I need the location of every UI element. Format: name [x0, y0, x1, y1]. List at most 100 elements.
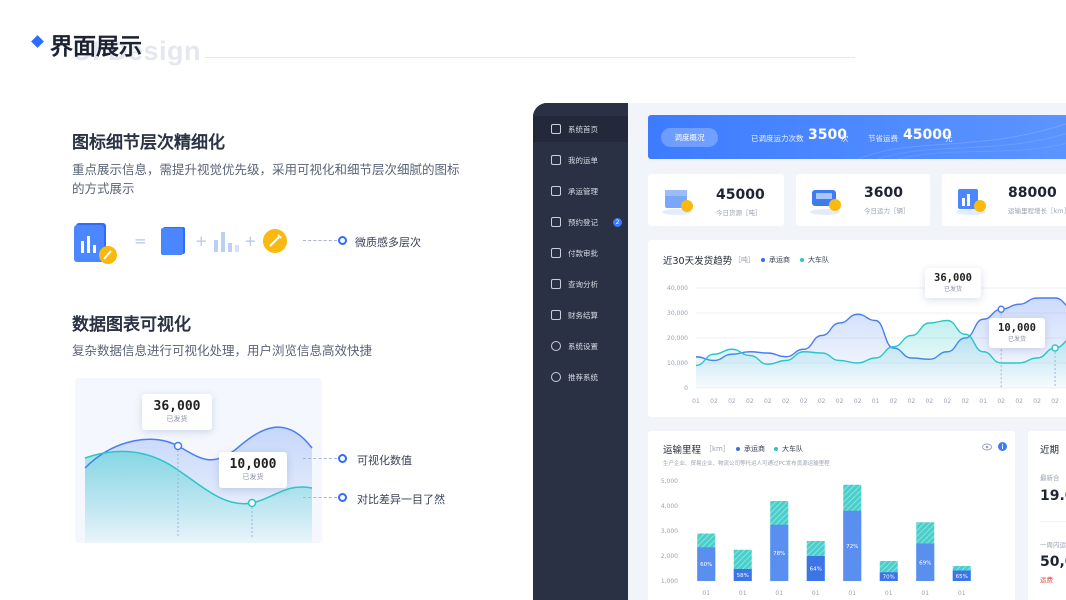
sidebar-item-label: 付款审批 [568, 248, 598, 258]
bar-x-tick: 01 [885, 590, 893, 597]
sidebar-item-label: 查询分析 [568, 279, 598, 289]
bar-percent-label: 72% [846, 544, 858, 550]
bar-growth-icon [956, 189, 986, 215]
trend-x-tick: 02 [926, 398, 934, 405]
plus-operator-2: + [244, 232, 257, 250]
bar-x-tick: 01 [812, 590, 820, 597]
dispatch-count-unit: 次 [841, 134, 849, 143]
stat-capacity-value: 3600 [864, 185, 903, 201]
recent-value-2: 50,0 [1040, 554, 1066, 570]
mini-tooltip-1-value: 36,000 [153, 399, 201, 414]
bar-percent-label: 69% [919, 560, 931, 566]
trend-x-tick: 02 [908, 398, 916, 405]
stat-cargo-value: 45000 [716, 187, 765, 203]
mini-tooltip-2-label: 已发货 [242, 473, 264, 481]
callout2-connector [303, 458, 337, 459]
callout-marker [338, 236, 347, 245]
sidebar-item-settings[interactable]: 系统设置 [533, 333, 628, 359]
trend-x-tick: 02 [1033, 398, 1041, 405]
callout-visual-values: 可视化数值 [357, 454, 412, 467]
callout3-connector [303, 497, 337, 498]
trend-x-tick: 01 [692, 398, 700, 405]
callout-layers: 微质感多层次 [355, 236, 421, 249]
sidebar-item-booking[interactable]: 预约登记 2 [533, 209, 628, 235]
trend-y-tick: 0 [684, 385, 688, 392]
trend-y-tick: 40,000 [667, 285, 688, 292]
stat-mileage-label: 运输里程增长［km］ [1008, 207, 1066, 215]
mini-tooltip-2-value: 10,000 [229, 457, 277, 472]
icon-composition: = + + [72, 218, 492, 268]
bar-chart-layer-icon [214, 232, 239, 252]
sidebar-item-label: 我的运单 [568, 155, 598, 165]
mini-tooltip-2: 10,000 已发货 [219, 452, 287, 488]
bar-x-tick: 01 [848, 590, 856, 597]
stat-capacity-label: 今日运力［辆］ [864, 207, 910, 215]
sidebar-item-payment[interactable]: 付款审批 [533, 240, 628, 266]
mini-point-1 [173, 441, 183, 451]
trend-y-tick: 30,000 [667, 310, 688, 317]
bar-percent-label: 70% [883, 575, 895, 581]
trend-x-tick: 02 [1015, 398, 1023, 405]
sidebar-item-label: 系统设置 [568, 341, 598, 351]
sidebar-item-label: 承运管理 [568, 186, 598, 196]
mini-point-2 [247, 498, 257, 508]
trend-x-tick: 02 [854, 398, 862, 405]
trend-tooltip-1: 36,000 已发货 [925, 268, 981, 298]
trend-tooltip-2-label: 已发货 [1007, 336, 1026, 343]
bar-percent-label: 58% [737, 573, 749, 579]
sidebar-item-waybill[interactable]: 我的运单 [533, 147, 628, 173]
bar-percent-label: 64% [810, 567, 822, 573]
mileage-bar-chart: 5,000 4,000 3,000 2,000 1,000 60% 01 58% 01 78% 01… [661, 478, 971, 597]
pen-badge-icon [263, 229, 287, 253]
trend-x-tick: 02 [800, 398, 808, 405]
callout-connector [303, 240, 337, 241]
sidebar-item-finance[interactable]: 财务结算 [533, 302, 628, 328]
document-chart-icon [74, 223, 117, 264]
booking-icon [551, 217, 561, 227]
recent-foot: 运费 [1040, 576, 1053, 584]
sidebar-item-label: 财务结算 [568, 310, 598, 320]
stat-card-mileage[interactable]: 88000 运输里程增长［km］ [942, 174, 1066, 226]
bar-x-tick: 01 [775, 590, 783, 597]
trend-x-tick: 02 [997, 398, 1005, 405]
recent-card-title: 近期 [1040, 445, 1060, 456]
sidebar-item-analysis[interactable]: 查询分析 [533, 271, 628, 297]
stat-card-capacity[interactable]: 3600 今日运力［辆］ [796, 174, 930, 226]
stat-mileage-value: 88000 [1008, 185, 1057, 201]
recent-card: 近期 最新合 19.0 一周内运 50,0 运费 [1028, 431, 1066, 600]
stat-card-cargo[interactable]: 45000 今日货源［吨］ [648, 174, 784, 226]
section1-title: 图标细节层次精细化 [72, 133, 225, 153]
trend-x-tick: 02 [944, 398, 952, 405]
bar-y-tick: 5,000 [661, 478, 678, 485]
truck-icon [810, 190, 841, 215]
trend-x-tick: 02 [782, 398, 790, 405]
trend-highlight-point [997, 305, 1005, 313]
trend-x-tick: 02 [961, 398, 969, 405]
dispatch-banner: 调度概况 已调度运力次数 3500 次 节省运费 45000 元 [648, 115, 1066, 159]
plus-operator-1: + [195, 232, 208, 250]
payment-icon [551, 248, 561, 258]
trend-x-tick: 02 [710, 398, 718, 405]
bar-percent-label: 60% [700, 562, 712, 568]
diamond-bullet-icon [31, 35, 44, 48]
section1-desc-line1: 重点展示信息，需提升视觉优先级，采用可视化和细节层次细腻的图标 [72, 162, 460, 177]
mini-tooltip-1-label: 已发货 [166, 415, 188, 423]
finance-icon [551, 310, 561, 320]
bar-x-tick: 01 [921, 590, 929, 597]
bar-y-tick: 1,000 [661, 578, 678, 585]
callout3-marker [338, 493, 347, 502]
section1-desc-line2: 的方式展示 [72, 181, 135, 196]
trend-tooltip-1-value: 36,000 [934, 272, 972, 284]
sidebar-item-recommend[interactable]: 推荐系统 [533, 364, 628, 390]
sidebar-item-home[interactable]: 系统首页 [533, 116, 628, 142]
dashboard-window: 系统首页 我的运单 承运管理 预约登记 2 付款审批 查询分析 财务结算 系统设… [533, 103, 1066, 600]
trend-x-tick: 01 [979, 398, 987, 405]
dispatch-overview-button[interactable]: 调度概况 [661, 128, 718, 147]
mileage-chart-card: 运输里程 ［km］ 承运商 大车队 生产企业、贸易企业、物流公司等托运人可通过P… [648, 431, 1015, 600]
trend-tooltip-2: 10,000 已发货 [989, 318, 1045, 348]
recent-value-1: 19.0 [1040, 488, 1066, 504]
callout2-marker [338, 454, 347, 463]
sidebar-item-carrier[interactable]: 承运管理 [533, 178, 628, 204]
freight-saved-unit: 元 [945, 134, 953, 143]
sidebar-item-label: 预约登记 [568, 217, 598, 227]
